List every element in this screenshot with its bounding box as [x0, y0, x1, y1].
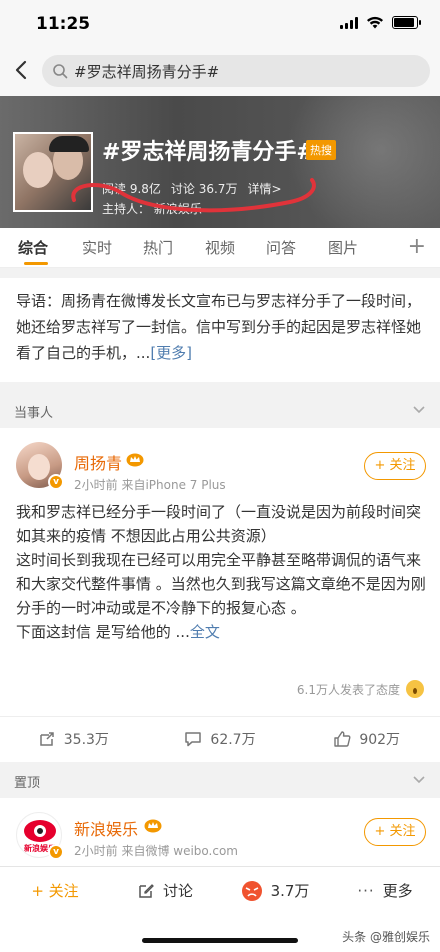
author-name[interactable]: 新浪娱乐	[74, 816, 138, 840]
tab-comprehensive[interactable]: 综合	[18, 237, 48, 258]
thumbs-up-icon	[334, 730, 351, 747]
intro-text: 导语：周扬青在微博发长文宣布已与罗志祥分手了一段时间，她还给罗志祥写了一封信。信…	[16, 292, 422, 362]
repost-icon	[40, 731, 54, 746]
topic-title: #罗志祥周扬青分手#	[102, 140, 315, 165]
post-text: 我和罗志祥已经分手一段时间了（一直没说是因为前段时间突如其来的疫情 不想因此占用…	[16, 500, 428, 644]
search-input[interactable]: #罗志祥周扬青分手#	[42, 55, 430, 87]
reaction-summary: 6.1万人发表了态度	[297, 680, 424, 698]
repost-button[interactable]: 35.3万	[0, 717, 147, 760]
tab-realtime[interactable]: 实时	[82, 237, 112, 258]
more-dots-icon: ···	[357, 881, 375, 900]
post-body: 我和罗志祥已经分手一段时间了（一直没说是因为前段时间突如其来的疫情 不想因此占用…	[16, 503, 426, 641]
post-meta: 2小时前 来自iPhone 7 Plus	[74, 478, 226, 492]
post-meta: 2小时前 来自微博 weibo.com	[74, 844, 238, 858]
member-crown-icon	[126, 453, 144, 467]
author-name[interactable]: 周扬青	[74, 450, 122, 474]
topic-image	[13, 132, 93, 212]
chevron-down-icon[interactable]	[412, 402, 426, 416]
search-row: #罗志祥周扬青分手#	[0, 46, 440, 96]
section-header-parties: 当事人	[0, 392, 440, 428]
repost-count: 35.3万	[63, 731, 109, 748]
section-header-pinned: 置顶	[0, 762, 440, 798]
status-bar: 11:25	[0, 0, 440, 46]
post-card: 新浪娱乐 v 新浪娱乐 2小时前 来自微博 weibo.com + 关注	[0, 798, 440, 866]
verified-badge-icon: v	[48, 474, 64, 490]
status-icons	[340, 16, 421, 29]
section-label: 置顶	[14, 776, 41, 791]
tab-video[interactable]: 视频	[205, 237, 235, 258]
follow-button[interactable]: + 关注	[364, 818, 426, 846]
tab-bar: 综合 实时 热门 视频 问答 图片 +	[0, 228, 440, 268]
post-card: v 周扬青 2小时前 来自iPhone 7 Plus + 关注 我和罗志祥已经分…	[0, 428, 440, 762]
topic-stats: 阅读 9.8亿 讨论 36.7万 详情>	[102, 180, 282, 197]
comment-icon	[185, 731, 202, 746]
post-actions: 35.3万 62.7万 902万	[0, 716, 440, 760]
tab-pictures[interactable]: 图片	[328, 237, 358, 258]
member-crown-icon	[144, 819, 162, 833]
reaction-count: 3.7万	[270, 882, 310, 900]
comment-button[interactable]: 62.7万	[147, 717, 294, 760]
topic-header: #罗志祥周扬青分手# 热搜 阅读 9.8亿 讨论 36.7万 详情> 主持人： …	[0, 96, 440, 228]
chevron-down-icon[interactable]	[412, 772, 426, 786]
tab-qa[interactable]: 问答	[266, 237, 296, 258]
verified-badge-icon: v	[48, 844, 64, 860]
add-tab-icon[interactable]: +	[408, 234, 426, 259]
like-button[interactable]: 902万	[293, 717, 440, 760]
bottom-follow-button[interactable]: + 关注	[0, 867, 110, 914]
section-label: 当事人	[14, 406, 54, 421]
watermark: 头条 @雅创娱乐	[342, 930, 430, 944]
active-tab-indicator	[24, 262, 48, 265]
battery-icon	[392, 16, 421, 29]
search-icon	[53, 64, 68, 79]
follow-button[interactable]: + 关注	[364, 452, 426, 480]
topic-host: 主持人： 新浪娱乐	[102, 202, 202, 216]
full-text-link[interactable]: 全文	[190, 623, 220, 641]
bottom-action-bar: + 关注 讨论 3.7万 ··· 更多	[0, 866, 440, 914]
tab-hot[interactable]: 热门	[143, 237, 173, 258]
discussion-count: 讨论 36.7万	[170, 182, 238, 196]
like-count: 902万	[359, 731, 401, 748]
wifi-icon	[367, 16, 383, 29]
back-arrow-icon[interactable]	[10, 58, 34, 82]
topic-intro: 导语：周扬青在微博发长文宣布已与罗志祥分手了一段时间，她还给罗志祥写了一封信。信…	[0, 278, 440, 382]
cellular-signal-icon	[340, 16, 358, 29]
surprised-emoji-icon	[406, 680, 424, 698]
bottom-more-button[interactable]: ··· 更多	[330, 867, 440, 914]
status-time: 11:25	[36, 14, 91, 34]
home-indicator[interactable]	[142, 938, 298, 943]
edit-icon	[139, 883, 154, 898]
hot-search-badge: 热搜	[306, 140, 336, 160]
read-count: 阅读 9.8亿	[102, 182, 161, 196]
bottom-discuss-button[interactable]: 讨论	[110, 867, 220, 914]
search-query: #罗志祥周扬青分手#	[74, 62, 220, 81]
bottom-reaction-button[interactable]: 3.7万	[220, 867, 330, 914]
details-link[interactable]: 详情>	[247, 180, 281, 197]
angry-emoji-icon	[241, 880, 262, 901]
comment-count: 62.7万	[210, 731, 256, 748]
intro-more-link[interactable]: [更多]	[150, 344, 192, 362]
